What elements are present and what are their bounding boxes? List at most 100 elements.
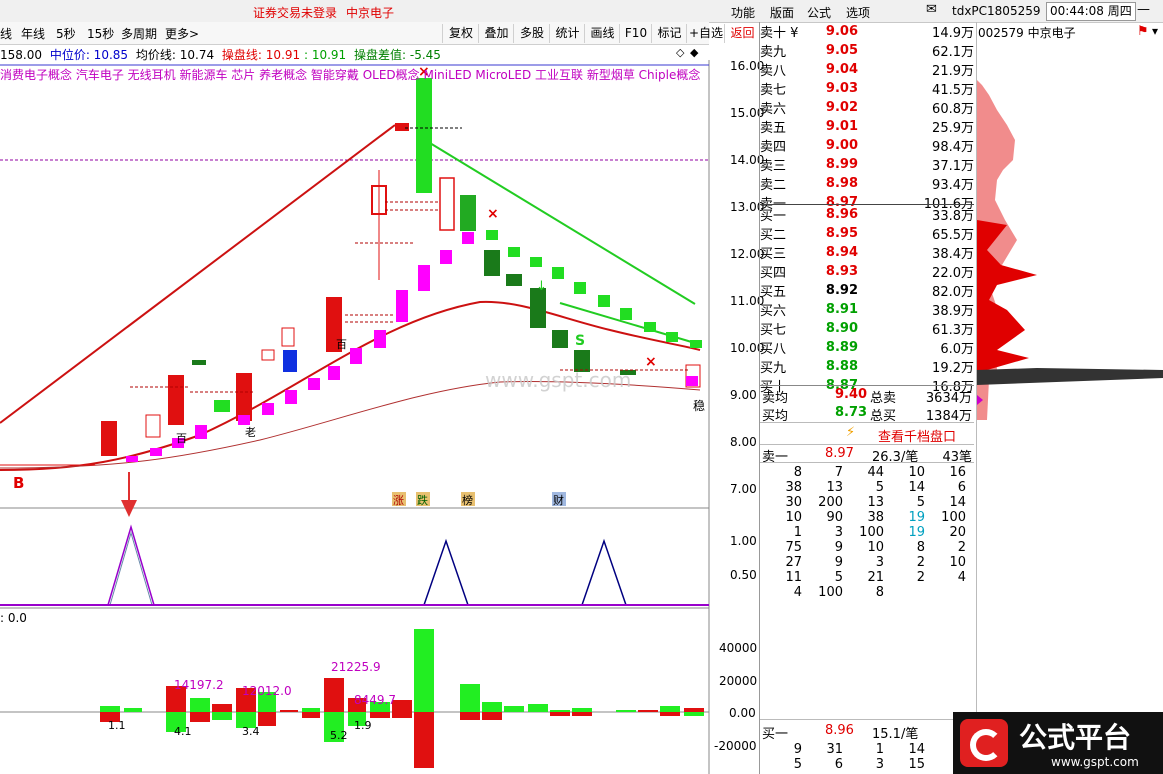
brand-url[interactable]: www.gspt.com: [1051, 755, 1139, 769]
stock-code-label: 002579 中京电子: [978, 26, 1076, 40]
bid1-label: 买一: [762, 727, 789, 742]
bid-label: 买七: [760, 323, 787, 338]
period-line[interactable]: 线: [0, 25, 12, 42]
ask-row-3[interactable]: 卖七 9.03 41.5万: [760, 79, 974, 98]
ask1-order-cell: 100: [818, 585, 843, 600]
tag-zhang[interactable]: 涨: [393, 494, 404, 507]
bid-row-3[interactable]: 买四 8.93 22.0万: [760, 262, 974, 281]
ask-volume: 41.5万: [932, 83, 974, 98]
vol-label-4: 8449.7: [354, 693, 396, 707]
concept-tags[interactable]: 消费电子概念 汽车电子 无线耳机 新能源车 芯片 养老概念 智能穿戴 OLED概…: [0, 66, 700, 83]
ask1-order-cell: 10: [785, 510, 802, 525]
ask1-order-cell: 21: [867, 570, 884, 585]
bid-row-1[interactable]: 买二 8.95 65.5万: [760, 224, 974, 243]
ask-row-0[interactable]: 卖十 ¥ 9.06 14.9万: [760, 22, 974, 41]
bid1-order-cell: 6: [834, 757, 843, 772]
price-axis-8: 8.00: [730, 435, 757, 449]
bid-volume: 6.0万: [940, 342, 974, 357]
ask-volume: 37.1万: [932, 159, 974, 174]
ask-row-4[interactable]: 卖六 9.02 60.8万: [760, 98, 974, 117]
bid-row-8[interactable]: 买九 8.88 19.2万: [760, 357, 974, 376]
ask-row-5[interactable]: 卖五 9.01 25.9万: [760, 117, 974, 136]
ask-row-2[interactable]: 卖八 9.04 21.9万: [760, 60, 974, 79]
ask-row-7[interactable]: 卖三 8.99 37.1万: [760, 155, 974, 174]
back-button[interactable]: 返回: [724, 24, 760, 43]
bid-price: 8.89: [825, 340, 858, 355]
bid-row-2[interactable]: 买三 8.94 38.4万: [760, 243, 974, 262]
fuquan-button[interactable]: 复权: [442, 24, 479, 43]
menu-options[interactable]: 选项: [846, 4, 870, 21]
bid-label: 买四: [760, 266, 787, 281]
ask-volume: 93.4万: [932, 178, 974, 193]
dropdown-icon[interactable]: ▾: [1152, 24, 1158, 38]
ind2-axis-neg20000: -20000: [714, 739, 757, 753]
bid-row-7[interactable]: 买八 8.89 6.0万: [760, 338, 974, 357]
depth-profile: [977, 80, 1163, 420]
ask1-price: 8.97: [825, 446, 854, 461]
bid1-order-cell: 15: [908, 757, 925, 772]
ask1-order-cell: 1: [793, 525, 802, 540]
mail-icon[interactable]: ✉: [926, 2, 937, 17]
period-year[interactable]: 年线: [21, 25, 45, 42]
ask-volume: 25.9万: [932, 121, 974, 136]
ask1-order-cell: 11: [785, 570, 802, 585]
stats-button[interactable]: 统计: [549, 24, 585, 43]
bid-row-0[interactable]: 买一 8.96 33.8万: [760, 205, 974, 224]
bid-label: 买三: [760, 247, 787, 262]
bid-row-6[interactable]: 买七 8.90 61.3万: [760, 319, 974, 338]
bid-volume: 61.3万: [932, 323, 974, 338]
ask1-order-cell: 13: [867, 495, 884, 510]
ask1-order-cell: 100: [941, 510, 966, 525]
diamond-icon[interactable]: ◇: [676, 46, 684, 59]
ask1-order-cell: 38: [785, 480, 802, 495]
period-more[interactable]: 更多>: [165, 25, 199, 42]
ind2-axis-20000: 20000: [719, 674, 758, 688]
period-15s[interactable]: 15秒: [87, 25, 114, 42]
brand-logo-icon: [960, 719, 1008, 767]
ask1-order-cell: 5: [916, 495, 925, 510]
menu-function[interactable]: 功能: [731, 4, 755, 21]
vol-label-5: 1.1: [108, 719, 126, 732]
menu-formula[interactable]: 公式: [807, 4, 831, 21]
lightning-icon: ⚡: [846, 425, 856, 440]
overlay-button[interactable]: 叠加: [478, 24, 514, 43]
bid-table: 买一 8.96 33.8万 买二 8.95 65.5万 买三 8.94 38.4万买四 8.93 2…: [760, 205, 974, 395]
menu-layout[interactable]: 版面: [770, 4, 794, 21]
ask-price: 9.00: [825, 138, 858, 153]
tag-die[interactable]: 跌: [417, 493, 428, 507]
price-axis-9: 9.00: [730, 388, 757, 402]
tag-bang[interactable]: 榜: [462, 493, 473, 507]
diamond-filled-icon[interactable]: ◆: [690, 46, 698, 59]
thousand-depth-link[interactable]: 查看千档盘口: [878, 426, 956, 445]
tag-cai[interactable]: 财: [553, 493, 564, 507]
bid-price: 8.96: [825, 207, 858, 222]
f10-button[interactable]: F10: [619, 24, 652, 43]
ask-row-1[interactable]: 卖九 9.05 62.1万: [760, 41, 974, 60]
vol-label-6: 4.1: [174, 725, 192, 738]
mark-button[interactable]: 标记: [651, 24, 687, 43]
flag-icon[interactable]: ⚑: [1137, 24, 1149, 39]
price-axis-7: 7.00: [730, 482, 757, 496]
ask-label: 卖五: [760, 121, 787, 136]
ask-volume: 62.1万: [932, 45, 974, 60]
ask-label: 卖六: [760, 102, 787, 117]
multi-stock-button[interactable]: 多股: [513, 24, 550, 43]
ask-row-6[interactable]: 卖四 9.00 98.4万: [760, 136, 974, 155]
minimize-icon[interactable]: —: [1137, 2, 1150, 17]
bid-row-4[interactable]: 买五 8.92 82.0万: [760, 281, 974, 300]
ask-price: 9.01: [825, 119, 858, 134]
period-multi[interactable]: 多周期: [121, 25, 157, 42]
bid-price: 8.93: [825, 264, 858, 279]
ask-volume: 21.9万: [932, 64, 974, 79]
draw-button[interactable]: 画线: [584, 24, 620, 43]
login-status[interactable]: 证券交易未登录: [253, 4, 337, 21]
add-favorite-button[interactable]: +自选: [686, 24, 725, 43]
period-5s[interactable]: 5秒: [56, 25, 76, 42]
ask-row-8[interactable]: 卖二 8.98 93.4万: [760, 174, 974, 193]
bid1-price: 8.96: [825, 723, 854, 738]
bid-volume: 22.0万: [932, 266, 974, 281]
ask-price: 9.05: [825, 43, 858, 58]
ind1-axis-1: 1.00: [730, 534, 757, 548]
ask-price: 8.98: [825, 176, 858, 191]
bid-row-5[interactable]: 买六 8.91 38.9万: [760, 300, 974, 319]
